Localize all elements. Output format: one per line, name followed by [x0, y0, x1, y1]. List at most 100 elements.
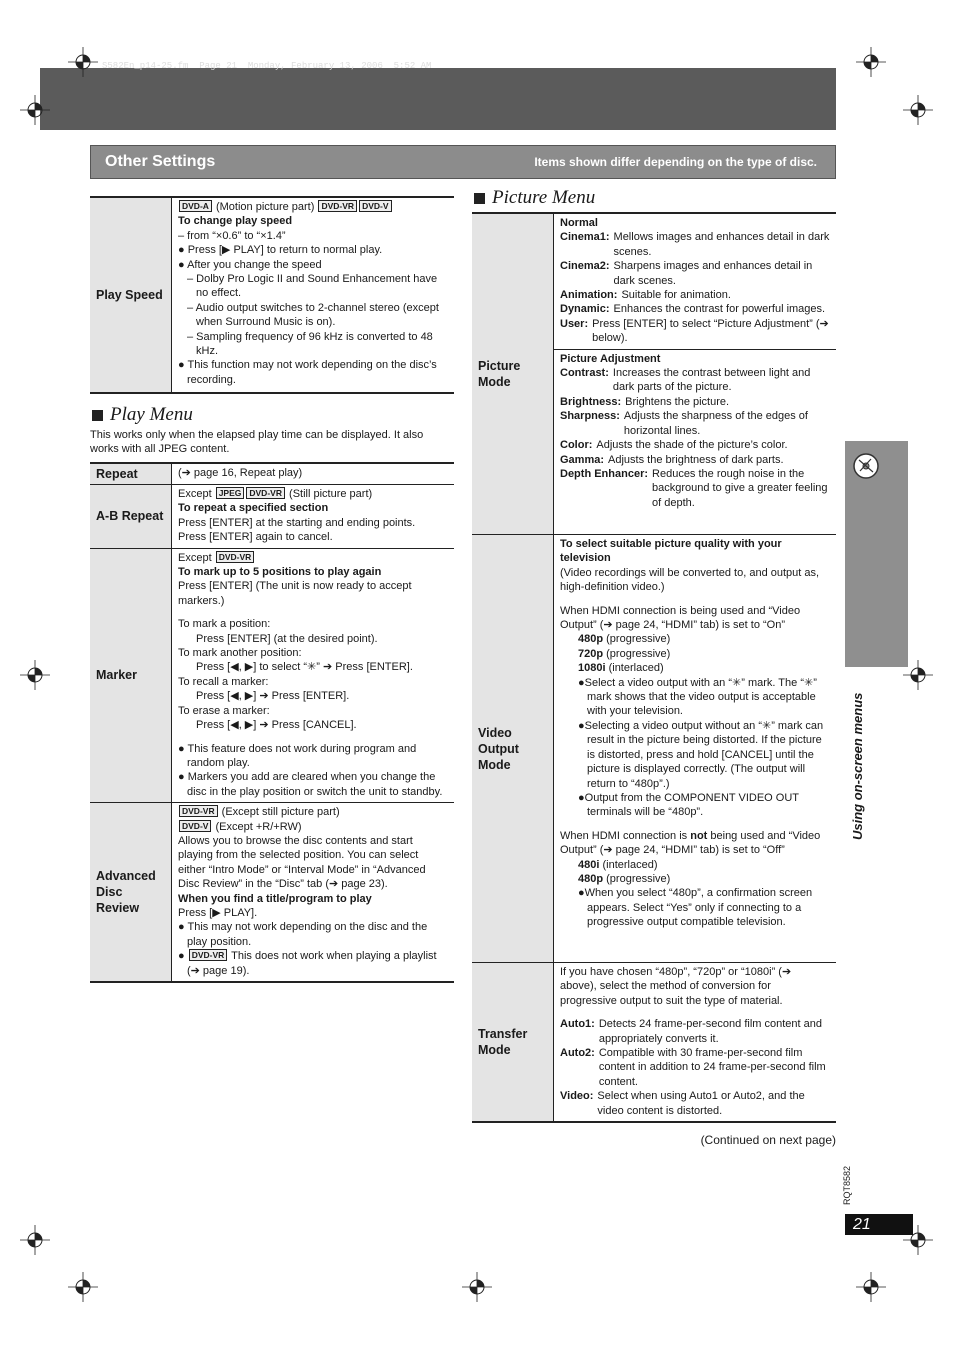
text-line: 480p (progressive): [560, 872, 830, 886]
text-line: ●Select a video output with an “✳” mark.…: [560, 676, 830, 719]
text-segment: Except: [178, 488, 215, 500]
side-tab-label: Using on-screen menus: [850, 692, 865, 840]
text-segment: Press [◀, ▶] to select “✳” ➔ Press [ENTE…: [196, 661, 413, 674]
text-segment: To change play speed: [178, 215, 293, 228]
text-segment: (Motion picture part): [212, 201, 318, 213]
video-output-mode-block: To select suitable picture quality with …: [560, 535, 830, 933]
text-segment: Press [ENTER] again to cancel.: [178, 531, 333, 544]
definition-term: Sharpness:: [560, 410, 620, 423]
definition-text: Adjusts the brightness of dark parts.: [608, 453, 783, 467]
text-line: Depth Enhancer: Reduces the rough noise i…: [560, 467, 830, 510]
text-segment: Reduces the rough noise in the backgroun…: [652, 467, 828, 509]
transfer-mode-block: If you have chosen “480p”, “720p” or “10…: [560, 963, 830, 1121]
text-segment: Suitable for animation.: [621, 289, 731, 302]
registration-mark-icon: [68, 47, 98, 77]
text-line: Video: Select when using Auto1 or Auto2, …: [560, 1089, 830, 1118]
text-line: Except DVD-VR: [178, 550, 448, 565]
text-line: When HDMI connection is being used and “…: [560, 604, 830, 633]
definition-text: Increases the contrast between light and…: [613, 366, 830, 395]
text-segment: To mark a position:: [178, 618, 271, 631]
text-line: Auto1: Detects 24 frame-per-second film c…: [560, 1017, 830, 1046]
registration-mark-icon: [903, 1225, 933, 1255]
definition-term: Dynamic:: [560, 303, 610, 316]
marker-label: Marker: [90, 548, 172, 803]
text-line: Press [ENTER] at the starting and ending…: [178, 516, 448, 530]
advanced-disc-review-row: Advanced Disc Review DVD-VR (Except still…: [90, 802, 454, 981]
text-line: ●When you select “480p”, a confirmation …: [560, 886, 830, 929]
text-line: ● Press [▶ PLAY] to return to normal pla…: [178, 243, 448, 257]
definition-text: Press [ENTER] to select “Picture Adjustm…: [592, 317, 830, 346]
text-segment: (Except still picture part): [218, 806, 340, 819]
play-speed-content: DVD-A (Motion picture part) DVD-VR DVD-V T…: [172, 198, 454, 392]
text-line: (Video recordings will be converted to, …: [560, 566, 830, 595]
text-segment: ●Select a video output with an “✳” mark.…: [578, 676, 817, 718]
bold-text: 480p: [578, 633, 604, 646]
text-segment: If you have chosen “480p”, “720p” or “10…: [560, 966, 792, 1007]
text-line: Sharpness: Adjusts the sharpness of the e…: [560, 409, 830, 438]
text-line: 480i (interlaced): [560, 858, 830, 872]
play-menu-title: Play Menu: [110, 404, 193, 425]
text-segment: – from “×0.6” to “×1.4”: [178, 229, 286, 242]
definition-text: Select when using Auto1 or Auto2, and th…: [597, 1089, 830, 1118]
text-line: 720p (progressive): [560, 647, 830, 661]
section-title: Other Settings: [105, 153, 216, 170]
text-segment: ● After you change the speed: [178, 258, 322, 271]
text-segment: (progressive): [603, 872, 671, 885]
definition-text: Adjusts the sharpness of the edges of ho…: [624, 409, 830, 438]
text-line: When you find a title/program to play: [178, 892, 448, 906]
text-segment: Adjusts the brightness of dark parts.: [608, 453, 784, 466]
picture-mode-content: Normal Cinema1: Mellows images and enhance…: [554, 214, 836, 534]
text-segment: Enhances the contrast for powerful image…: [613, 303, 826, 316]
text-line: DVD-VR (Except still picture part): [178, 805, 448, 819]
text-segment: Press [ENTER] (The unit is now ready to …: [178, 580, 412, 607]
side-tab: [845, 441, 908, 667]
text-segment: ●Output from the COMPONENT VIDEO OUT ter…: [578, 791, 799, 819]
play-speed-label: Play Speed: [90, 198, 172, 392]
definition-term: Cinema1:: [560, 231, 610, 244]
transfer-mode-label: Transfer Mode: [472, 963, 554, 1122]
text-segment: Adjusts the sharpness of the edges of ho…: [623, 410, 808, 437]
definition-term: Video:: [560, 1090, 594, 1103]
a-b-repeat-content: Except JPEG DVD-VR (Still picture part) To…: [172, 485, 454, 548]
text-line: Press [ENTER] (The unit is now ready to …: [178, 579, 448, 608]
picture-mode-label: Picture Mode: [472, 214, 554, 534]
continued-note: (Continued on next page): [700, 1133, 836, 1147]
text-line: [178, 608, 448, 617]
text-segment: Mellows images and enhances detail in da…: [613, 231, 830, 258]
square-bullet-icon: [474, 192, 485, 204]
a-b-repeat-row: A-B Repeat Except JPEG DVD-VR (Still pictu…: [90, 484, 454, 548]
marker-row: Marker Except DVD-VR To mark up to 5 posit…: [90, 547, 454, 803]
text-segment: ● This feature does not work during prog…: [178, 742, 417, 769]
marker-content: Except DVD-VR To mark up to 5 positions t…: [172, 549, 454, 803]
bold-text: not: [690, 829, 708, 842]
text-line: Dynamic: Enhances the contrast for powerf…: [560, 302, 830, 316]
text-line: To mark up to 5 positions to play again: [178, 565, 448, 579]
text-line: Picture Adjustment: [560, 352, 830, 366]
text-segment: Press [▶ PLAY].: [178, 906, 258, 919]
text-line: Allows you to browse the disc contents a…: [178, 834, 448, 892]
text-line: Press [◀, ▶] ➔ Press [CANCEL].: [178, 718, 448, 732]
text-line: ● Markers you add are cleared when you c…: [178, 770, 448, 799]
text-segment: Press [ENTER] at the starting and ending…: [178, 516, 416, 529]
definition-term: Depth Enhancer:: [560, 467, 649, 480]
text-segment: Press [◀, ▶] ➔ Press [ENTER].: [196, 690, 350, 703]
text-line: Press [▶ PLAY].: [178, 906, 448, 920]
registration-mark-icon: [20, 95, 50, 125]
text-segment: (Except +R/+RW): [212, 820, 302, 833]
text-line: [178, 733, 448, 742]
definition-text: Sharpens images and enhances detail in d…: [614, 259, 830, 288]
advanced-disc-review-label: Advanced Disc Review: [90, 803, 172, 981]
text-line: – Audio output switches to 2-channel ste…: [178, 301, 448, 330]
text-line: 480p (progressive): [560, 632, 830, 646]
definition-term: Brightness:: [560, 395, 622, 408]
advanced-disc-review-content: DVD-VR (Except still picture part) DVD-V …: [172, 803, 454, 981]
text-line: Press [ENTER] again to cancel.: [178, 530, 448, 544]
definition-text: Brightens the picture.: [625, 395, 729, 409]
disc-type-badge: DVD-A: [179, 200, 212, 212]
bold-text: 1080i: [578, 662, 606, 675]
text-line: ● After you change the speed: [178, 258, 448, 272]
text-segment: ●Selecting a video output without an “✳”…: [578, 719, 824, 790]
definition-term: Auto1:: [560, 1018, 595, 1031]
text-line: Contrast: Increases the contrast between …: [560, 366, 830, 395]
bold-text: 480p: [578, 872, 604, 885]
